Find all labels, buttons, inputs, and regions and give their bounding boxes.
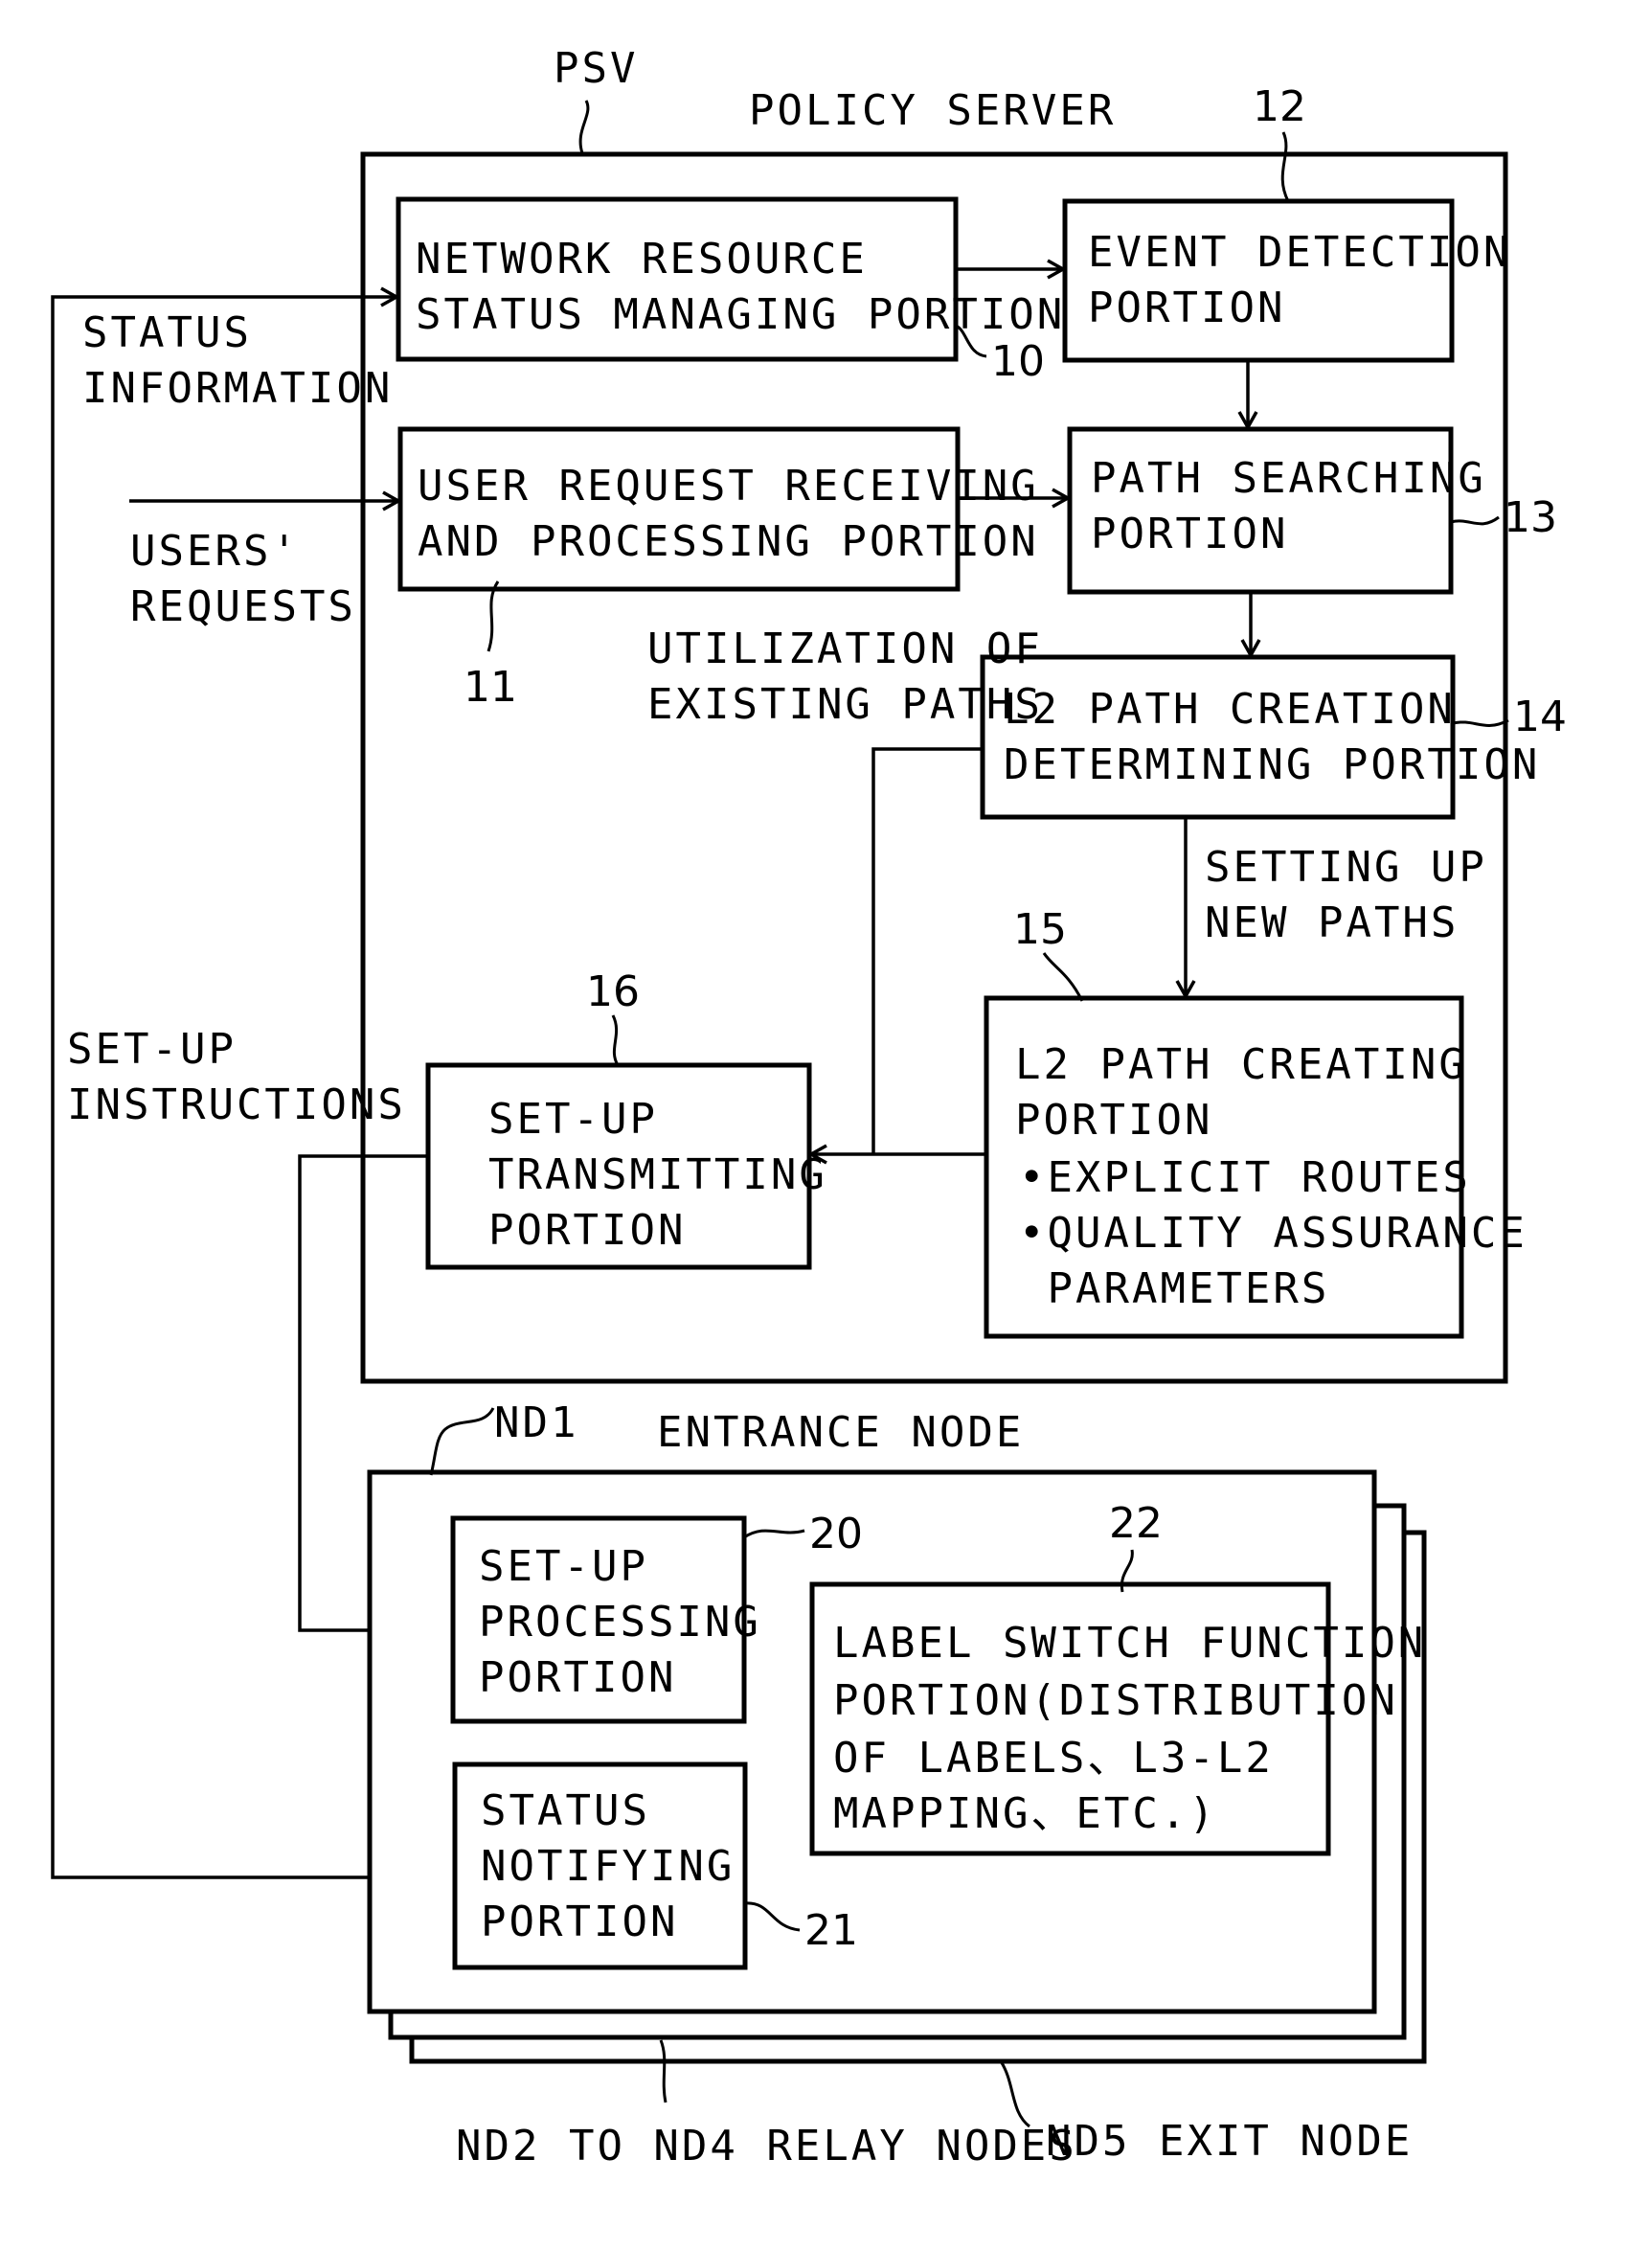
setup-transmitting-portion: SET-UP TRANSMITTING PORTION <box>425 1062 827 1270</box>
label-new-paths-line1: SETTING UP <box>1205 843 1487 892</box>
svg-text:MAPPING、ETC.): MAPPING、ETC.) <box>833 1789 1217 1838</box>
ref-20-label: 20 <box>809 1510 863 1558</box>
ref-14-label: 14 <box>1513 693 1567 741</box>
user-request-receiving-processing-portion: USER REQUEST RECEIVING AND PROCESSING PO… <box>397 426 1039 592</box>
svg-text:L2 PATH CREATING: L2 PATH CREATING <box>1015 1040 1467 1089</box>
ref-22-label: 22 <box>1109 1499 1163 1548</box>
policy-server-diagram: PSV POLICY SERVER NETWORK RESOURCE STATU… <box>51 44 1567 2170</box>
label-new-paths-line2: NEW PATHS <box>1205 898 1459 947</box>
svg-text:EVENT DETECTION: EVENT DETECTION <box>1088 228 1511 277</box>
svg-text:PATH SEARCHING: PATH SEARCHING <box>1091 454 1486 503</box>
ref-12-label: 12 <box>1253 82 1306 131</box>
svg-text:LABEL SWITCH FUNCTION: LABEL SWITCH FUNCTION <box>833 1619 1426 1668</box>
psv-ref-label: PSV <box>554 44 638 93</box>
relay-nodes-label: ND2 TO ND4 RELAY NODES <box>456 2122 1077 2170</box>
svg-text:STATUS MANAGING PORTION: STATUS MANAGING PORTION <box>416 290 1065 339</box>
label-status-information-line2: INFORMATION <box>82 364 393 413</box>
path-searching-portion: PATH SEARCHING PORTION <box>1067 426 1486 595</box>
ref-21-label: 21 <box>804 1906 858 1955</box>
svg-text:AND PROCESSING PORTION: AND PROCESSING PORTION <box>418 517 1039 566</box>
svg-text:STATUS: STATUS <box>481 1786 650 1835</box>
nd1-leader <box>429 1407 495 1476</box>
svg-text:PORTION: PORTION <box>479 1653 676 1702</box>
label-users-requests-line2: REQUESTS <box>130 582 356 631</box>
exit-node-label: ND5 EXIT NODE <box>1046 2117 1413 2166</box>
label-status-information-line1: STATUS <box>82 308 252 357</box>
l2-path-creating-portion: L2 PATH CREATING PORTION •EXPLICIT ROUTE… <box>984 995 1528 1339</box>
event-detection-portion: EVENT DETECTION PORTION <box>1062 198 1511 363</box>
ref-11-label: 11 <box>464 663 517 712</box>
svg-text:PROCESSING: PROCESSING <box>479 1598 761 1647</box>
svg-text:PORTION: PORTION <box>1088 284 1285 332</box>
ref-13-label: 13 <box>1504 493 1557 542</box>
svg-text:L2 PATH CREATION: L2 PATH CREATION <box>1004 685 1456 734</box>
psv-leader-line <box>578 100 590 154</box>
svg-text:OF LABELS、L3-L2: OF LABELS、L3-L2 <box>833 1734 1274 1783</box>
entrance-node-title: ENTRANCE NODE <box>657 1408 1024 1457</box>
setup-processing-portion: SET-UP PROCESSING PORTION <box>450 1515 761 1724</box>
svg-text:PORTION: PORTION <box>1091 510 1288 558</box>
policy-server-title: POLICY SERVER <box>749 86 1116 135</box>
label-utilization-line2: EXISTING PATHS <box>647 680 1043 729</box>
exit-node-leader <box>999 2060 1030 2128</box>
svg-text:NOTIFYING: NOTIFYING <box>481 1842 735 1891</box>
label-users-requests-line1: USERS' <box>130 527 300 576</box>
svg-text:PORTION: PORTION <box>1015 1096 1212 1145</box>
status-notifying-portion: STATUS NOTIFYING PORTION <box>452 1761 748 1970</box>
svg-text:PORTION: PORTION <box>488 1206 686 1255</box>
ref-10-label: 10 <box>991 337 1045 386</box>
ref-16-label: 16 <box>586 967 640 1016</box>
svg-text:NETWORK RESOURCE: NETWORK RESOURCE <box>416 235 868 284</box>
svg-text:•QUALITY ASSURANCE: •QUALITY ASSURANCE <box>1019 1209 1528 1258</box>
svg-text:SET-UP: SET-UP <box>488 1095 658 1144</box>
svg-text:USER REQUEST RECEIVING: USER REQUEST RECEIVING <box>418 462 1039 511</box>
svg-text:•EXPLICIT ROUTES: •EXPLICIT ROUTES <box>1019 1153 1471 1202</box>
svg-text:TRANSMITTING: TRANSMITTING <box>488 1150 827 1199</box>
svg-text:DETERMINING PORTION: DETERMINING PORTION <box>1004 740 1540 789</box>
label-utilization-line1: UTILIZATION OF <box>647 625 1043 673</box>
label-setup-instructions-line2: INSTRUCTIONS <box>67 1080 406 1129</box>
ref-15-label: 15 <box>1013 905 1067 954</box>
label-setup-instructions-line1: SET-UP <box>67 1025 237 1074</box>
svg-text:SET-UP: SET-UP <box>479 1542 648 1591</box>
svg-text:PORTION: PORTION <box>481 1898 678 1946</box>
svg-text:PORTION(DISTRIBUTION: PORTION(DISTRIBUTION <box>833 1676 1398 1725</box>
nd1-ref-label: ND1 <box>494 1398 578 1447</box>
svg-text:PARAMETERS: PARAMETERS <box>1019 1264 1329 1313</box>
